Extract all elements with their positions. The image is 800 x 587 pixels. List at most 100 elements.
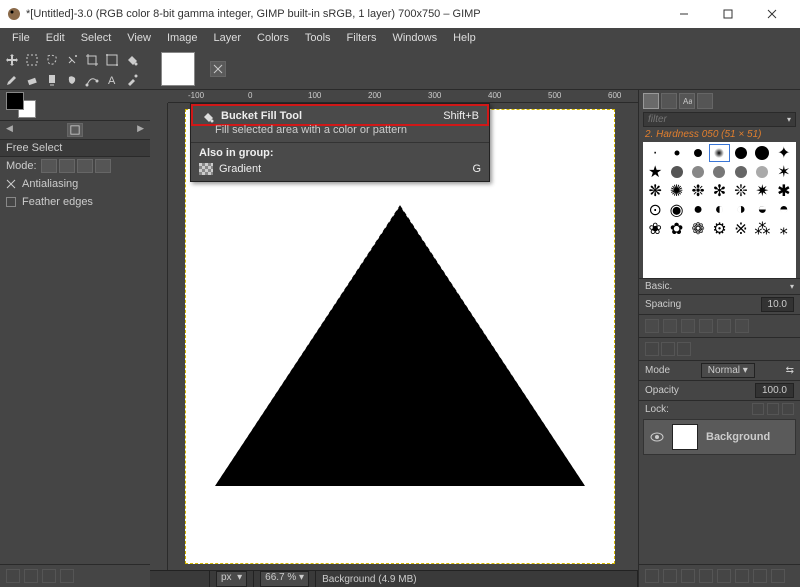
brush-item[interactable]: ◓ bbox=[774, 201, 794, 219]
brush-item[interactable] bbox=[752, 163, 772, 181]
brush-grid[interactable]: · ✦ ★ ✶ ❋ ✺ ❉ ✻ ❊ ✷ ✱ ⊙ ◉ ● ◐ ◑ ◒ bbox=[643, 142, 796, 278]
brush-item[interactable]: ❋ bbox=[645, 182, 665, 200]
fg-color-swatch[interactable] bbox=[6, 92, 24, 110]
color-picker-tool[interactable] bbox=[123, 71, 141, 89]
brush-item[interactable] bbox=[752, 144, 772, 162]
menu-view[interactable]: View bbox=[119, 30, 159, 46]
minimize-button[interactable] bbox=[662, 0, 706, 28]
dup-layer-icon[interactable] bbox=[717, 569, 731, 583]
brush-item[interactable]: ★ bbox=[645, 163, 665, 181]
brush-item[interactable]: ✷ bbox=[752, 182, 772, 200]
brush-item[interactable]: ◉ bbox=[666, 201, 686, 219]
brush-item[interactable]: ❁ bbox=[688, 220, 708, 238]
menu-filters[interactable]: Filters bbox=[339, 30, 385, 46]
patterns-tab[interactable] bbox=[661, 93, 677, 109]
edit-brush-icon[interactable] bbox=[645, 319, 659, 333]
brush-item[interactable] bbox=[709, 163, 729, 181]
close-button[interactable] bbox=[750, 0, 794, 28]
close-tab-icon[interactable] bbox=[210, 61, 226, 77]
feather-checkbox[interactable] bbox=[6, 197, 16, 207]
delete-options-icon[interactable] bbox=[42, 569, 56, 583]
crop-tool[interactable] bbox=[83, 51, 101, 69]
brush-filter-input[interactable] bbox=[648, 114, 787, 125]
zoom-dropdown[interactable]: 66.7 % ▾ bbox=[260, 571, 309, 587]
brush-item[interactable]: ◑ bbox=[731, 201, 751, 219]
fonts-tab[interactable]: Aa bbox=[679, 93, 695, 109]
layer-group-icon[interactable] bbox=[663, 569, 677, 583]
brush-item[interactable]: ✻ bbox=[709, 182, 729, 200]
new-brush-icon[interactable] bbox=[663, 319, 677, 333]
filter-dropdown-icon[interactable]: ▾ bbox=[787, 115, 791, 124]
brushes-tab[interactable] bbox=[643, 93, 659, 109]
lock-pixels-icon[interactable] bbox=[752, 403, 764, 415]
brush-item[interactable] bbox=[688, 144, 708, 162]
delete-layer-icon[interactable] bbox=[771, 569, 785, 583]
open-as-image-icon[interactable] bbox=[735, 319, 749, 333]
text-tool[interactable]: A bbox=[103, 71, 121, 89]
brush-item[interactable]: ❉ bbox=[688, 182, 708, 200]
merge-layer-icon[interactable] bbox=[735, 569, 749, 583]
antialias-option[interactable]: Antialiasing bbox=[22, 178, 78, 190]
eraser-tool[interactable] bbox=[23, 71, 41, 89]
brush-item[interactable] bbox=[666, 163, 686, 181]
lock-alpha-icon[interactable] bbox=[782, 403, 794, 415]
menu-select[interactable]: Select bbox=[73, 30, 120, 46]
path-tool[interactable] bbox=[83, 71, 101, 89]
brush-item[interactable]: ⁎ bbox=[774, 220, 794, 238]
panel-arrow-right[interactable]: ▶ bbox=[135, 123, 146, 137]
move-tool[interactable] bbox=[3, 51, 21, 69]
brush-item[interactable]: ✱ bbox=[774, 182, 794, 200]
lock-position-icon[interactable] bbox=[767, 403, 779, 415]
channels-tab[interactable] bbox=[661, 342, 675, 356]
menu-help[interactable]: Help bbox=[445, 30, 484, 46]
save-options-icon[interactable] bbox=[6, 569, 20, 583]
del-brush-icon[interactable] bbox=[699, 319, 713, 333]
new-layer-icon[interactable] bbox=[645, 569, 659, 583]
brush-item[interactable]: ● bbox=[688, 201, 708, 219]
paintbrush-tool[interactable] bbox=[3, 71, 21, 89]
ruler-vertical[interactable] bbox=[150, 103, 168, 570]
free-select-tool[interactable] bbox=[43, 51, 61, 69]
maximize-button[interactable] bbox=[706, 0, 750, 28]
brush-item[interactable]: ❀ bbox=[645, 220, 665, 238]
brush-item[interactable]: ✶ bbox=[774, 163, 794, 181]
brush-item[interactable]: ◐ bbox=[709, 201, 729, 219]
spacing-value[interactable]: 10.0 bbox=[761, 297, 794, 312]
layer-row[interactable]: Background bbox=[643, 419, 796, 455]
layers-tab[interactable] bbox=[645, 342, 659, 356]
brush-item[interactable] bbox=[666, 144, 686, 162]
menu-tools[interactable]: Tools bbox=[297, 30, 339, 46]
refresh-brush-icon[interactable] bbox=[717, 319, 731, 333]
brush-item[interactable]: ✦ bbox=[774, 144, 794, 162]
restore-options-icon[interactable] bbox=[24, 569, 38, 583]
dup-brush-icon[interactable] bbox=[681, 319, 695, 333]
menu-file[interactable]: File bbox=[4, 30, 38, 46]
paths-tab[interactable] bbox=[677, 342, 691, 356]
lower-layer-icon[interactable] bbox=[699, 569, 713, 583]
brush-item[interactable] bbox=[731, 144, 751, 162]
layer-name[interactable]: Background bbox=[706, 431, 770, 443]
reset-options-icon[interactable] bbox=[60, 569, 74, 583]
brush-item[interactable] bbox=[709, 144, 729, 162]
mode-replace[interactable] bbox=[41, 159, 57, 173]
brush-item[interactable]: ✿ bbox=[666, 220, 686, 238]
mode-subtract[interactable] bbox=[77, 159, 93, 173]
brush-item[interactable] bbox=[731, 163, 751, 181]
mask-layer-icon[interactable] bbox=[753, 569, 767, 583]
brush-item[interactable]: ⁂ bbox=[752, 220, 772, 238]
active-image-thumbnail[interactable] bbox=[161, 52, 195, 86]
brush-item[interactable]: ◒ bbox=[752, 201, 772, 219]
menu-image[interactable]: Image bbox=[159, 30, 206, 46]
brush-item[interactable]: ⚙ bbox=[709, 220, 729, 238]
menu-edit[interactable]: Edit bbox=[38, 30, 73, 46]
clone-tool[interactable] bbox=[43, 71, 61, 89]
brush-item[interactable]: ❊ bbox=[731, 182, 751, 200]
brush-item[interactable]: · bbox=[645, 144, 665, 162]
menu-colors[interactable]: Colors bbox=[249, 30, 297, 46]
brush-preset-dropdown[interactable]: Basic. bbox=[645, 281, 672, 292]
layer-thumbnail[interactable] bbox=[672, 424, 698, 450]
rect-select-tool[interactable] bbox=[23, 51, 41, 69]
smudge-tool[interactable] bbox=[63, 71, 81, 89]
feather-option[interactable]: Feather edges bbox=[22, 196, 93, 208]
brush-item[interactable]: ✺ bbox=[666, 182, 686, 200]
